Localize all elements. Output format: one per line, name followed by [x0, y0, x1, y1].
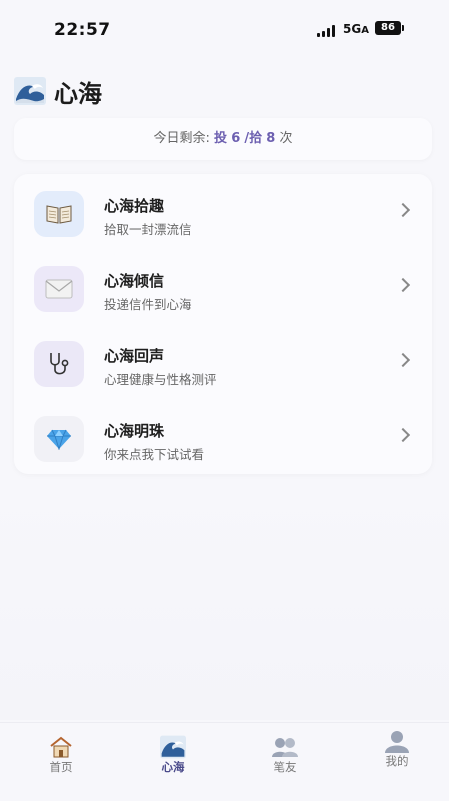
- menu-item-title: 心海倾信: [104, 272, 165, 290]
- page-title: 心海: [54, 79, 102, 108]
- menu-item-title: 心海拾趣: [104, 197, 165, 215]
- tab-bar: 首页 心海 笔友 我的: [0, 722, 449, 801]
- status-time: 22:57: [54, 20, 111, 40]
- chevron-right-icon: [395, 427, 411, 443]
- pick-count: 8: [266, 131, 276, 146]
- daily-quota: 今日剩余: 投 6 /拾 8 次: [14, 118, 432, 160]
- menu-item-echo-test[interactable]: 心海回声 心理健康与性格测评: [14, 329, 432, 399]
- menu-item-send-letter[interactable]: 心海倾信 投递信件到心海: [14, 254, 432, 324]
- menu-item-subtitle: 投递信件到心海: [104, 297, 192, 312]
- wave-icon: [160, 735, 186, 759]
- quota-prefix: 今日剩余:: [153, 131, 210, 146]
- tab-profile[interactable]: 我的: [341, 723, 449, 783]
- menu-item-subtitle: 你来点我下试试看: [104, 447, 205, 462]
- gem-icon: [34, 416, 84, 462]
- menu-item-pick-letter[interactable]: 心海拾趣 拾取一封漂流信: [14, 179, 432, 249]
- background-area: [0, 490, 449, 720]
- pick-label: 拾: [249, 131, 263, 146]
- menu-item-subtitle: 拾取一封漂流信: [104, 222, 192, 237]
- house-icon: [50, 736, 72, 758]
- quota-suffix: 次: [279, 131, 293, 146]
- network-label: 5GA: [343, 22, 369, 36]
- tab-label: 我的: [385, 754, 409, 768]
- toss-count: 6: [231, 131, 241, 146]
- stethoscope-icon: [34, 341, 84, 387]
- menu-card: 心海拾趣 拾取一封漂流信 心海倾信 投递信件到心海 心海回声 心理健康与性格测评: [14, 174, 432, 474]
- chevron-right-icon: [395, 352, 411, 368]
- envelope-icon: [34, 266, 84, 312]
- wave-icon: [14, 77, 46, 105]
- menu-item-title: 心海回声: [104, 347, 165, 365]
- toss-label: 投: [214, 131, 228, 146]
- tab-label: 首页: [49, 760, 73, 774]
- tab-home[interactable]: 首页: [5, 723, 117, 783]
- book-icon: [34, 191, 84, 237]
- tab-label: 心海: [161, 760, 185, 774]
- tab-penpals[interactable]: 笔友: [229, 723, 341, 783]
- chevron-right-icon: [395, 277, 411, 293]
- profile-icon: [385, 731, 409, 753]
- battery-icon: 86: [375, 21, 404, 35]
- tab-label: 笔友: [273, 760, 297, 774]
- chevron-right-icon: [395, 202, 411, 218]
- tab-xinhai[interactable]: 心海: [117, 723, 229, 783]
- menu-item-pearl[interactable]: 心海明珠 你来点我下试试看: [14, 404, 432, 474]
- menu-item-title: 心海明珠: [104, 422, 165, 440]
- status-bar: 22:57 5GA 86: [0, 0, 449, 56]
- signal-icon: [317, 25, 339, 37]
- menu-item-subtitle: 心理健康与性格测评: [104, 372, 217, 387]
- page-header: 心海: [14, 73, 102, 109]
- friends-icon: [272, 738, 298, 757]
